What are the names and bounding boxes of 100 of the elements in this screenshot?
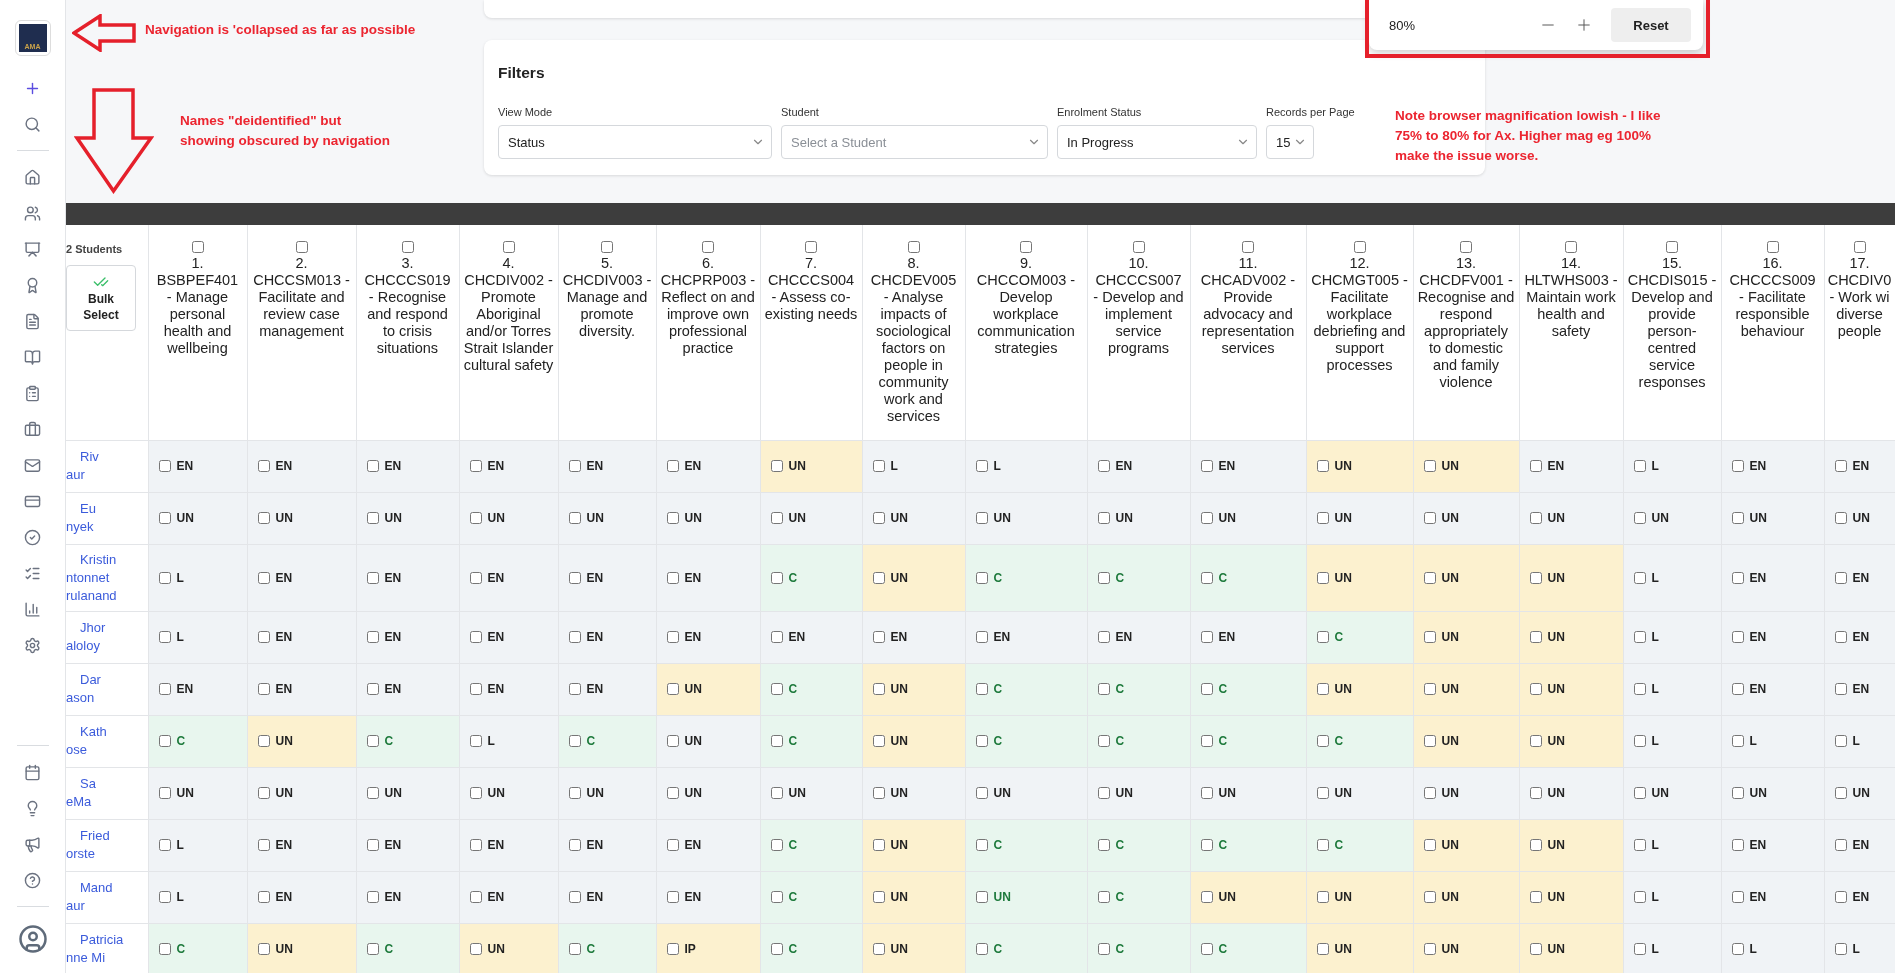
presentation-icon[interactable]: [24, 240, 41, 258]
briefcase-icon[interactable]: [24, 420, 41, 438]
cell-checkbox[interactable]: [1731, 631, 1744, 643]
cell-checkbox[interactable]: [666, 787, 679, 799]
cell-checkbox[interactable]: [469, 787, 482, 799]
cell-checkbox[interactable]: [1633, 512, 1646, 524]
cell-checkbox[interactable]: [568, 631, 581, 643]
column-checkbox[interactable]: [401, 241, 414, 253]
cell-checkbox[interactable]: [770, 735, 783, 747]
cell-checkbox[interactable]: [1529, 891, 1542, 903]
cell-checkbox[interactable]: [1097, 943, 1110, 955]
column-checkbox[interactable]: [1460, 241, 1472, 253]
mail-icon[interactable]: [24, 456, 41, 474]
cell-checkbox[interactable]: [975, 683, 988, 695]
cell-checkbox[interactable]: [1529, 683, 1542, 695]
cell-checkbox[interactable]: [1529, 631, 1542, 643]
cell-checkbox[interactable]: [568, 512, 581, 524]
cell-checkbox[interactable]: [257, 839, 270, 851]
cell-checkbox[interactable]: [1731, 735, 1744, 747]
cell-checkbox[interactable]: [1731, 943, 1744, 955]
cell-checkbox[interactable]: [1097, 571, 1110, 584]
cell-checkbox[interactable]: [1097, 631, 1110, 643]
cell-checkbox[interactable]: [366, 512, 379, 524]
cell-checkbox[interactable]: [158, 571, 171, 584]
cell-checkbox[interactable]: [770, 891, 783, 903]
student-name[interactable]: nyek: [66, 518, 148, 536]
cell-checkbox[interactable]: [568, 891, 581, 903]
cell-checkbox[interactable]: [1731, 571, 1744, 584]
bar-chart-icon[interactable]: [24, 600, 41, 618]
book-icon[interactable]: [24, 348, 41, 366]
cell-checkbox[interactable]: [568, 571, 581, 584]
calendar-icon[interactable]: [24, 763, 41, 781]
cell-checkbox[interactable]: [1200, 787, 1213, 799]
student-name[interactable]: Kristin: [66, 550, 148, 569]
student-name[interactable]: eMa: [66, 793, 148, 811]
cell-checkbox[interactable]: [1200, 943, 1213, 955]
cell-checkbox[interactable]: [872, 631, 885, 643]
column-checkbox[interactable]: [1020, 241, 1032, 253]
cell-checkbox[interactable]: [872, 943, 885, 955]
student-name[interactable]: Jhor: [66, 619, 148, 637]
student-name[interactable]: Riv: [66, 448, 148, 466]
cell-checkbox[interactable]: [257, 787, 270, 799]
student-name[interactable]: ose: [66, 741, 148, 759]
cell-checkbox[interactable]: [1316, 460, 1329, 472]
reset-button[interactable]: Reset: [1611, 8, 1691, 42]
cell-checkbox[interactable]: [257, 683, 270, 695]
cell-checkbox[interactable]: [1423, 839, 1436, 851]
cell-checkbox[interactable]: [1633, 683, 1646, 695]
cell-checkbox[interactable]: [872, 683, 885, 695]
cell-checkbox[interactable]: [770, 631, 783, 643]
cell-checkbox[interactable]: [1200, 571, 1213, 584]
cell-checkbox[interactable]: [1731, 683, 1744, 695]
student-name[interactable]: aur: [66, 897, 148, 915]
cell-checkbox[interactable]: [770, 460, 783, 472]
cell-checkbox[interactable]: [469, 571, 482, 584]
cell-checkbox[interactable]: [1200, 735, 1213, 747]
cell-checkbox[interactable]: [1731, 839, 1744, 851]
column-checkbox[interactable]: [1242, 241, 1254, 253]
cell-checkbox[interactable]: [1731, 891, 1744, 903]
cell-checkbox[interactable]: [872, 891, 885, 903]
select-field[interactable]: 15: [1266, 125, 1314, 159]
cell-checkbox[interactable]: [1834, 839, 1847, 851]
student-name[interactable]: Eu: [66, 500, 148, 518]
search-icon[interactable]: [24, 115, 41, 133]
cell-checkbox[interactable]: [568, 460, 581, 472]
cell-checkbox[interactable]: [1097, 460, 1110, 472]
cell-checkbox[interactable]: [770, 943, 783, 955]
student-name[interactable]: Fried: [66, 827, 148, 845]
cell-checkbox[interactable]: [158, 512, 171, 524]
cell-checkbox[interactable]: [568, 735, 581, 747]
cell-checkbox[interactable]: [469, 631, 482, 643]
cell-checkbox[interactable]: [872, 839, 885, 851]
cell-checkbox[interactable]: [666, 571, 679, 584]
select-field[interactable]: Status: [498, 125, 772, 159]
student-name[interactable]: Mand: [66, 879, 148, 897]
cell-checkbox[interactable]: [366, 571, 379, 584]
student-name[interactable]: ason: [66, 689, 148, 707]
cell-checkbox[interactable]: [568, 683, 581, 695]
cell-checkbox[interactable]: [1834, 460, 1847, 472]
cell-checkbox[interactable]: [1316, 943, 1329, 955]
cell-checkbox[interactable]: [872, 735, 885, 747]
cell-checkbox[interactable]: [469, 891, 482, 903]
cell-checkbox[interactable]: [1423, 943, 1436, 955]
cell-checkbox[interactable]: [1529, 460, 1542, 472]
student-name[interactable]: Dar: [66, 671, 148, 689]
cell-checkbox[interactable]: [366, 891, 379, 903]
cell-checkbox[interactable]: [1200, 839, 1213, 851]
cell-checkbox[interactable]: [1529, 571, 1542, 584]
cell-checkbox[interactable]: [1731, 512, 1744, 524]
cell-checkbox[interactable]: [366, 735, 379, 747]
student-name[interactable]: rulanand: [66, 586, 148, 605]
student-name[interactable]: Kath: [66, 723, 148, 741]
cell-checkbox[interactable]: [1633, 787, 1646, 799]
cell-checkbox[interactable]: [770, 571, 783, 584]
cell-checkbox[interactable]: [1200, 683, 1213, 695]
cell-checkbox[interactable]: [568, 943, 581, 955]
cell-checkbox[interactable]: [1834, 943, 1847, 955]
cell-checkbox[interactable]: [872, 512, 885, 524]
cell-checkbox[interactable]: [1834, 571, 1847, 584]
cell-checkbox[interactable]: [1200, 891, 1213, 903]
